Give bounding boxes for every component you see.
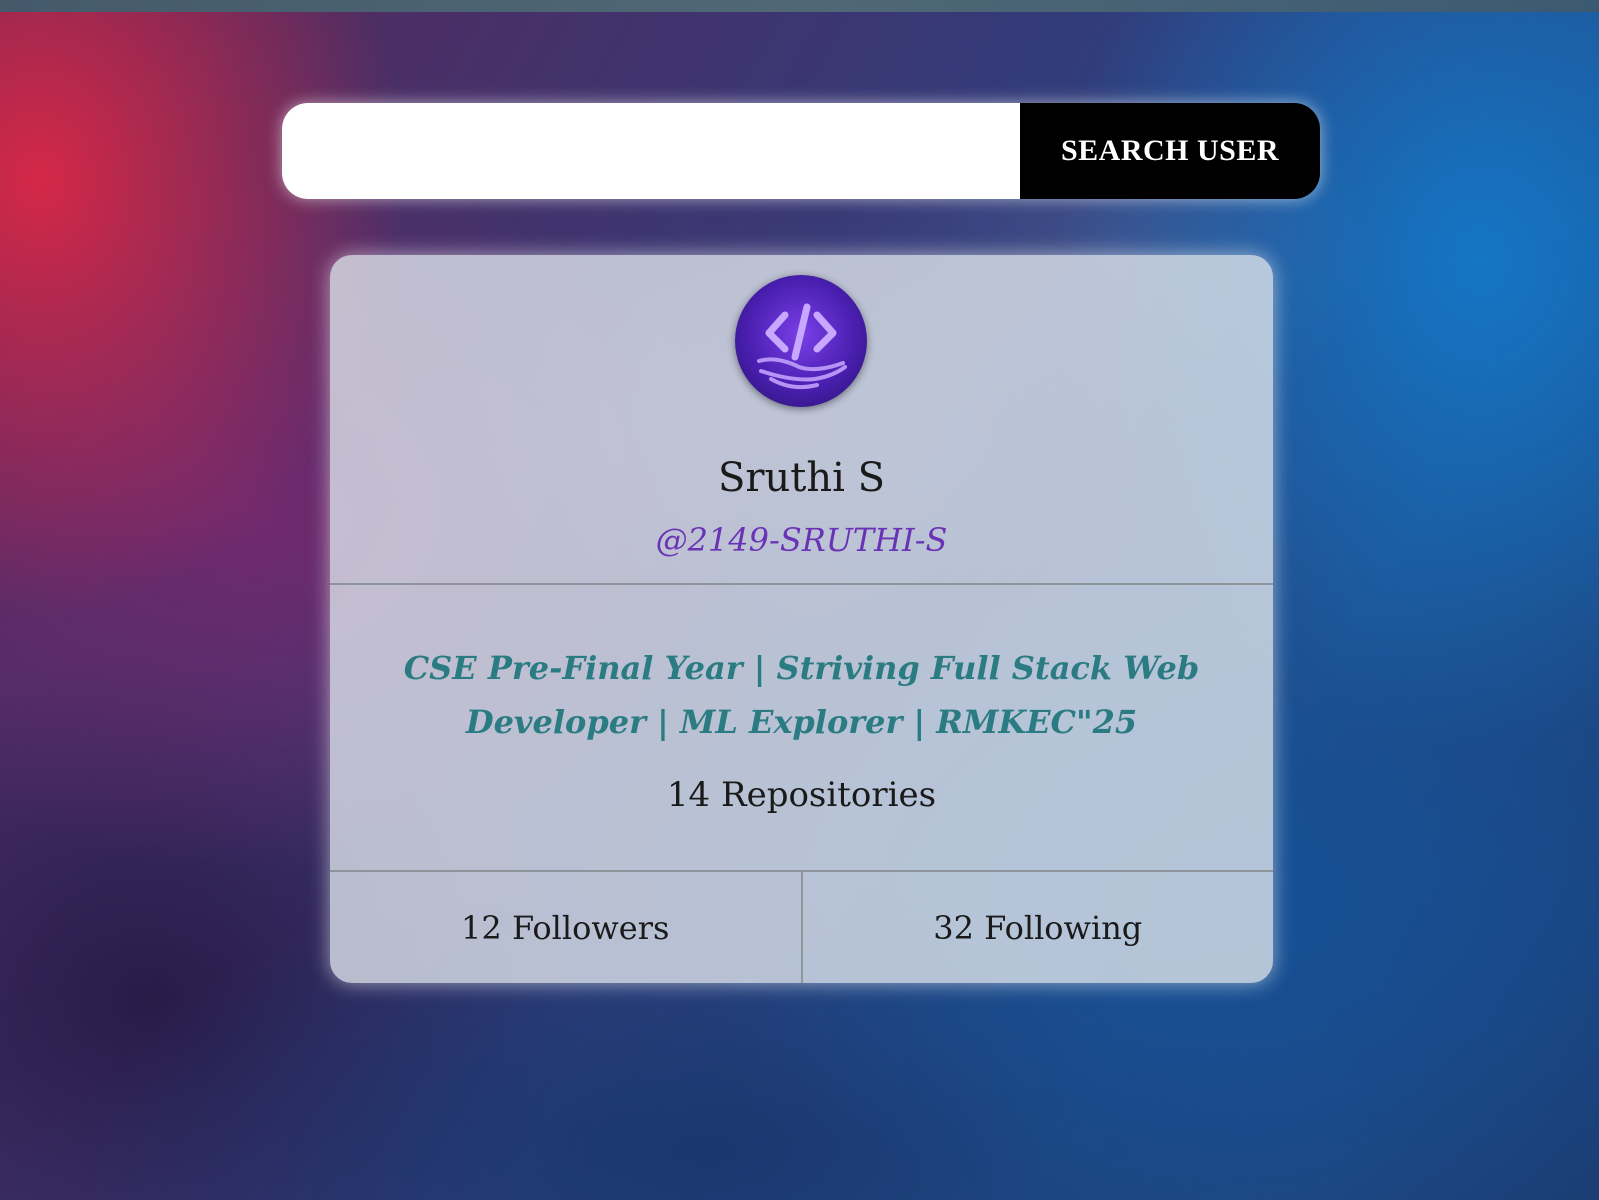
search-user-button[interactable]: SEARCH USER [1020, 103, 1320, 199]
repositories-count: 14 Repositories [666, 775, 937, 815]
search-bar: SEARCH USER [282, 103, 1320, 199]
following-count: 32 Following [933, 908, 1143, 947]
profile-card: Sruthi S @2149-SRUTHI-S CSE Pre-Final Ye… [330, 255, 1273, 983]
avatar [735, 275, 867, 407]
code-hand-icon [757, 303, 847, 389]
divider [330, 583, 1273, 585]
profile-login[interactable]: @2149-SRUTHI-S [330, 521, 1273, 559]
search-input[interactable] [282, 103, 1020, 199]
profile-bio: CSE Pre-Final Year | Striving Full Stack… [403, 649, 1200, 741]
top-edge-bar [0, 0, 1599, 12]
followers-count: 12 Followers [461, 908, 670, 947]
profile-name: Sruthi S [717, 455, 886, 501]
stats-row: 12 Followers 32 Following [330, 872, 1273, 983]
